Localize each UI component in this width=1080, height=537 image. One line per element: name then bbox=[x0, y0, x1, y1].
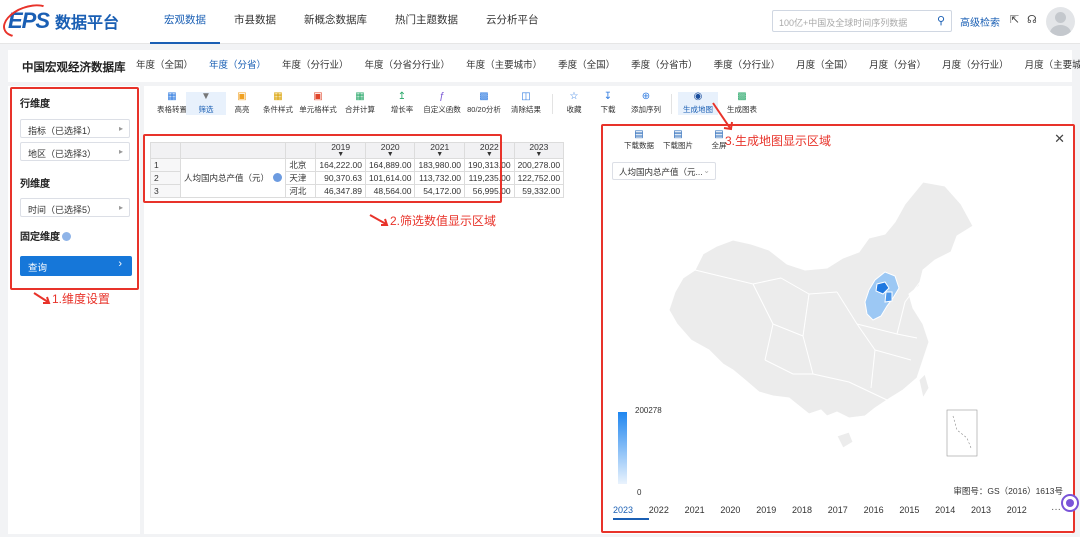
search-input[interactable]: 100亿+中国及全球时间序列数据 ⚲ bbox=[772, 10, 952, 32]
highlight-button[interactable]: ▣ 高亮 bbox=[222, 92, 262, 115]
annotation-dimension: 1.维度设置 bbox=[32, 290, 110, 307]
growth-icon: ↥ bbox=[397, 91, 407, 102]
top-menu: 宏观数据 市县数据 新概念数据库 热门主题数据 云分析平台 bbox=[150, 0, 553, 44]
tab-annual-province-industry[interactable]: 年度（分省分行业） bbox=[357, 50, 459, 81]
cell-icon: ▣ bbox=[313, 91, 323, 102]
tab-annual-city[interactable]: 年度（主要城市） bbox=[458, 50, 550, 81]
top-menu-new-concept[interactable]: 新概念数据库 bbox=[290, 0, 381, 44]
search-icon[interactable]: ⚲ bbox=[937, 14, 945, 27]
avatar[interactable] bbox=[1046, 7, 1075, 36]
arrow-icon bbox=[369, 214, 389, 226]
tab-annual-national[interactable]: 年度（全国） bbox=[128, 50, 201, 81]
export-icon[interactable]: ⇱ bbox=[1010, 13, 1019, 26]
sort-arrow-icon: ▼ bbox=[535, 151, 543, 158]
tab-annual-province[interactable]: 年度（分省） bbox=[201, 50, 274, 81]
conditional-style-button[interactable]: ▦ 条件样式 bbox=[258, 92, 298, 115]
chart-icon: ▩ bbox=[737, 91, 747, 102]
logo-brand: EPS bbox=[0, 0, 58, 44]
top-menu-macro[interactable]: 宏观数据 bbox=[150, 0, 220, 44]
filter-button[interactable]: ▼ 筛选 bbox=[186, 92, 226, 115]
toolbar-divider bbox=[671, 94, 672, 114]
tab-monthly-province[interactable]: 月度（分省） bbox=[861, 50, 934, 81]
pareto-analysis-button[interactable]: ▩ 80/20分析 bbox=[464, 92, 504, 115]
top-menu-county[interactable]: 市县数据 bbox=[220, 0, 290, 44]
tab-monthly-industry[interactable]: 月度（分行业） bbox=[934, 50, 1017, 81]
download-icon: ↧ bbox=[603, 91, 613, 102]
star-icon: ☆ bbox=[569, 91, 579, 102]
merge-icon: ▦ bbox=[355, 91, 365, 102]
tab-quarterly-national[interactable]: 季度（全国） bbox=[550, 50, 623, 81]
filter-icon: ▼ bbox=[201, 91, 211, 102]
advanced-search-link[interactable]: 高级检索 bbox=[960, 14, 1000, 29]
table-icon: ▦ bbox=[167, 91, 177, 102]
search-placeholder: 100亿+中国及全球时间序列数据 bbox=[779, 18, 908, 28]
growth-rate-button[interactable]: ↥ 增长率 bbox=[382, 92, 422, 115]
custom-function-button[interactable]: ƒ 自定义函数 bbox=[422, 92, 462, 115]
toolbar-divider bbox=[552, 94, 553, 114]
tab-quarterly-province[interactable]: 季度（分省市） bbox=[623, 50, 706, 81]
data-highlight-box bbox=[143, 134, 502, 203]
logo-name: 数据平台 bbox=[55, 15, 120, 32]
condition-icon: ▦ bbox=[273, 91, 283, 102]
cell-style-button[interactable]: ▣ 单元格样式 bbox=[298, 92, 338, 115]
plus-icon: ⊕ bbox=[641, 91, 651, 102]
download-button[interactable]: ↧ 下载 bbox=[588, 92, 628, 115]
top-nav: EPS 数据平台 宏观数据 市县数据 新概念数据库 热门主题数据 云分析平台 1… bbox=[0, 0, 1080, 44]
merge-calc-button[interactable]: ▦ 合并计算 bbox=[340, 92, 380, 115]
function-icon: ƒ bbox=[439, 91, 445, 102]
trash-icon: ◫ bbox=[521, 91, 531, 102]
highlight-icon: ▣ bbox=[237, 91, 247, 102]
clear-results-button[interactable]: ◫ 清除结果 bbox=[506, 92, 546, 115]
map-icon: ◉ bbox=[693, 91, 703, 102]
database-tabs-bar: 中国宏观经济数据库 年度（全国） 年度（分省） 年度（分行业） 年度（分省分行业… bbox=[8, 50, 1080, 82]
add-series-button[interactable]: ⊕ 添加序列 bbox=[626, 92, 666, 115]
tab-monthly-city[interactable]: 月度（主要城市） bbox=[1017, 50, 1080, 81]
arrow-icon bbox=[712, 102, 733, 131]
tab-monthly-national[interactable]: 月度（全国） bbox=[788, 50, 861, 81]
sub-tabs: 年度（全国） 年度（分省） 年度（分行业） 年度（分省分行业） 年度（主要城市）… bbox=[128, 50, 1080, 81]
headset-icon[interactable]: ☊ bbox=[1027, 13, 1037, 26]
tab-annual-industry[interactable]: 年度（分行业） bbox=[274, 50, 357, 81]
database-title: 中国宏观经济数据库 bbox=[22, 62, 126, 74]
map-highlight-box bbox=[601, 124, 1075, 533]
logo[interactable]: EPS 数据平台 bbox=[0, 0, 120, 44]
dimension-highlight-box bbox=[10, 87, 139, 290]
top-menu-cloud[interactable]: 云分析平台 bbox=[472, 0, 553, 44]
annotation-data-area: 2.筛选数值显示区域 bbox=[368, 212, 496, 229]
bar-chart-icon: ▩ bbox=[479, 91, 489, 102]
column-header-year[interactable]: 2023 ▼ bbox=[513, 142, 565, 159]
tab-quarterly-industry[interactable]: 季度（分行业） bbox=[706, 50, 789, 81]
top-menu-hot-topics[interactable]: 热门主题数据 bbox=[381, 0, 472, 44]
arrow-icon bbox=[33, 292, 51, 304]
chat-assistant-icon[interactable] bbox=[1061, 494, 1079, 512]
